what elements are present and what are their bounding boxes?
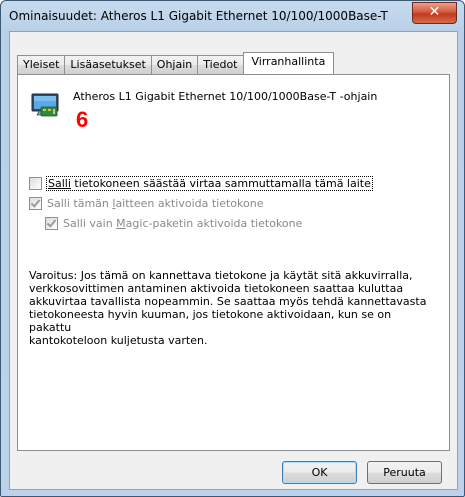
battery-warning-text: Varoitus: Jos tämä on kannettava tietoko… <box>29 269 427 347</box>
network-adapter-icon <box>31 93 59 117</box>
power-management-panel: Atheros L1 Gigabit Ethernet 10/100/1000B… <box>17 74 450 451</box>
tab-power-management[interactable]: Virranhallinta <box>242 52 335 74</box>
device-name: Atheros L1 Gigabit Ethernet 10/100/1000B… <box>73 90 378 103</box>
option-allow-wake[interactable]: Salli tämän laitteen aktivoida tietokone <box>29 197 264 210</box>
tab-details[interactable]: Tiedot <box>197 55 244 74</box>
cancel-button[interactable]: Peruuta <box>367 461 442 484</box>
tab-strip: Yleiset Lisäasetukset Ohjain Tiedot Virr… <box>17 52 335 74</box>
allow-wake-checkbox[interactable] <box>29 197 42 210</box>
close-button[interactable]: ✕ <box>412 2 457 24</box>
tab-advanced[interactable]: Lisäasetukset <box>64 55 152 74</box>
allow-power-off-label[interactable]: Salli tietokoneen säästää virtaa sammutt… <box>46 176 373 191</box>
properties-dialog: Ominaisuudet: Atheros L1 Gigabit Etherne… <box>0 0 465 497</box>
title-bar[interactable]: Ominaisuudet: Atheros L1 Gigabit Etherne… <box>1 1 464 31</box>
allow-wake-label: Salli tämän laitteen aktivoida tietokone <box>47 197 264 210</box>
magic-packet-checkbox[interactable] <box>45 217 58 230</box>
tab-general[interactable]: Yleiset <box>17 55 66 74</box>
window-title: Ominaisuudet: Atheros L1 Gigabit Etherne… <box>9 9 389 23</box>
option-magic-packet-only[interactable]: Salli vain Magic-paketin aktivoida tieto… <box>45 217 302 230</box>
close-icon: ✕ <box>428 4 441 20</box>
ok-button[interactable]: OK <box>282 461 357 484</box>
tab-driver[interactable]: Ohjain <box>150 55 199 74</box>
option-allow-power-off[interactable]: Salli tietokoneen säästää virtaa sammutt… <box>29 176 373 191</box>
allow-power-off-checkbox[interactable] <box>29 177 42 190</box>
dialog-client-area: Yleiset Lisäasetukset Ohjain Tiedot Virr… <box>9 31 458 490</box>
annotation-number: 6 <box>76 107 89 132</box>
magic-packet-label: Salli vain Magic-paketin aktivoida tieto… <box>63 217 303 230</box>
